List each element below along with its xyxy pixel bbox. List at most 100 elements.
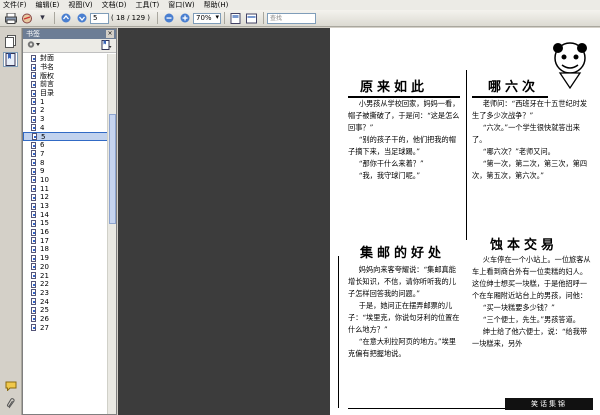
bookmark-page-icon [31,72,36,80]
close-icon[interactable]: × [106,30,114,38]
menu-tools[interactable]: 工具(T) [136,0,160,10]
new-bookmark-icon[interactable] [101,39,112,52]
bookmark-item[interactable]: 目录 [23,89,109,98]
bookmark-page-icon [31,185,36,193]
bookmark-page-icon [31,106,36,114]
document-page: 原来如此 小男孩从学校回家，妈妈一看，帽子被撕破了，于是问：“这是怎么回事？” … [330,28,600,415]
bookmark-item[interactable]: 19 [23,254,109,263]
bookmarks-toolbar [23,39,116,53]
bookmark-item[interactable]: 封面 [23,54,109,63]
bookmark-label: 13 [40,202,49,211]
bookmark-item[interactable]: 16 [23,228,109,237]
bookmarks-list: 封面 书名 版权 前言 目录 1 2 3 4 5 6 7 8 9 10 11 12 13 14 15 16 17 18 19 2… [23,54,109,414]
search-input[interactable]: 查找 [267,12,316,24]
fit-page-icon[interactable] [228,12,243,25]
bookmarks-scrollbar[interactable] [107,54,116,414]
bookmark-item[interactable]: 26 [23,315,109,324]
pages-panel-icon[interactable] [3,34,18,49]
bookmark-label: 7 [40,149,45,158]
bookmark-label: 16 [40,228,49,237]
bookmark-item[interactable]: 18 [23,245,109,254]
bookmark-item[interactable]: 17 [23,236,109,245]
menu-file[interactable]: 文件(F) [3,0,27,10]
bookmark-item[interactable]: 前言 [23,80,109,89]
dropdown-icon[interactable]: ▾ [35,12,50,25]
bookmark-item[interactable]: 10 [23,176,109,185]
bookmark-item[interactable]: 8 [23,158,109,167]
bookmark-label: 15 [40,219,49,228]
bookmark-item[interactable]: 14 [23,210,109,219]
prev-page-icon[interactable] [58,12,73,25]
menu-bar: 文件(F) 编辑(E) 视图(V) 文档(D) 工具(T) 窗口(W) 帮助(H… [0,0,600,10]
bookmark-page-icon [31,237,36,245]
print-icon[interactable] [3,12,18,25]
bookmark-item[interactable]: 9 [23,167,109,176]
menu-view[interactable]: 视图(V) [68,0,92,10]
bookmark-label: 20 [40,262,49,271]
bookmark-item[interactable]: 1 [23,97,109,106]
bookmark-item[interactable]: 2 [23,106,109,115]
bookmark-page-icon [31,176,36,184]
bookmark-item[interactable]: 23 [23,289,109,298]
bookmark-item[interactable]: 27 [23,323,109,332]
bookmark-label: 9 [40,167,45,176]
page-count: ( 18 / 129 ) [111,14,150,22]
menu-edit[interactable]: 编辑(E) [36,0,60,10]
bookmark-page-icon [31,80,36,88]
bookmark-label: 17 [40,236,49,245]
zoom-select[interactable]: 70% [193,12,221,24]
toolbar: ▾ 5 ( 18 / 129 ) 70% 查找 [0,10,600,27]
bookmark-item[interactable]: 书名 [23,63,109,72]
comments-icon[interactable] [3,378,18,393]
bookmark-label: 14 [40,210,49,219]
bookmark-item[interactable]: 20 [23,263,109,272]
bookmark-page-icon [31,315,36,323]
zoom-out-icon[interactable] [161,12,176,25]
bookmark-label: 书名 [40,63,54,72]
menu-help[interactable]: 帮助(H) [204,0,229,10]
bookmarks-panel-icon[interactable] [3,52,18,67]
bookmark-page-icon [31,219,36,227]
page-number-input[interactable]: 5 [90,12,109,24]
bookmark-page-icon [31,89,36,97]
zoom-in-icon[interactable] [177,12,192,25]
bookmark-label: 6 [40,141,45,150]
bookmark-item[interactable]: 11 [23,184,109,193]
bookmark-label: 12 [40,193,49,202]
options-menu-icon[interactable] [27,40,41,51]
bookmark-page-icon [31,254,36,262]
bookmark-item[interactable]: 6 [23,141,109,150]
attachments-icon[interactable] [3,396,18,411]
sign-icon[interactable] [19,12,34,25]
bookmark-item[interactable]: 24 [23,297,109,306]
bookmark-item[interactable]: 版权 [23,71,109,80]
bookmark-page-icon [31,263,36,271]
bookmark-item[interactable]: 5 [23,132,109,141]
next-page-icon[interactable] [74,12,89,25]
bookmark-label: 19 [40,254,49,263]
bookmark-item[interactable]: 3 [23,115,109,124]
bookmark-item[interactable]: 25 [23,306,109,315]
bookmark-item[interactable]: 12 [23,193,109,202]
menu-document[interactable]: 文档(D) [102,0,127,10]
bookmark-label: 23 [40,288,49,297]
bookmark-item[interactable]: 15 [23,219,109,228]
cartoon-illustration [553,42,587,90]
document-background [118,28,330,415]
bookmark-label: 24 [40,297,49,306]
bookmark-item[interactable]: 13 [23,202,109,211]
menu-window[interactable]: 窗口(W) [168,0,194,10]
article-title-1: 原来如此 [360,80,429,95]
bookmark-page-icon [31,245,36,253]
bookmark-item[interactable]: 22 [23,280,109,289]
bookmark-page-icon [31,63,36,71]
scrollbar-thumb[interactable] [109,114,116,224]
bookmark-item[interactable]: 4 [23,124,109,133]
bookmark-item[interactable]: 21 [23,271,109,280]
toolbar-separator [263,12,264,24]
fit-width-icon[interactable] [244,12,259,25]
bookmark-item[interactable]: 7 [23,150,109,159]
bookmark-label: 1 [40,97,45,106]
article-body-1: 小男孩从学校回家，妈妈一看，帽子被撕破了，于是问：“这是怎么回事？” “别的孩子… [348,99,460,180]
bookmark-page-icon [31,115,36,123]
